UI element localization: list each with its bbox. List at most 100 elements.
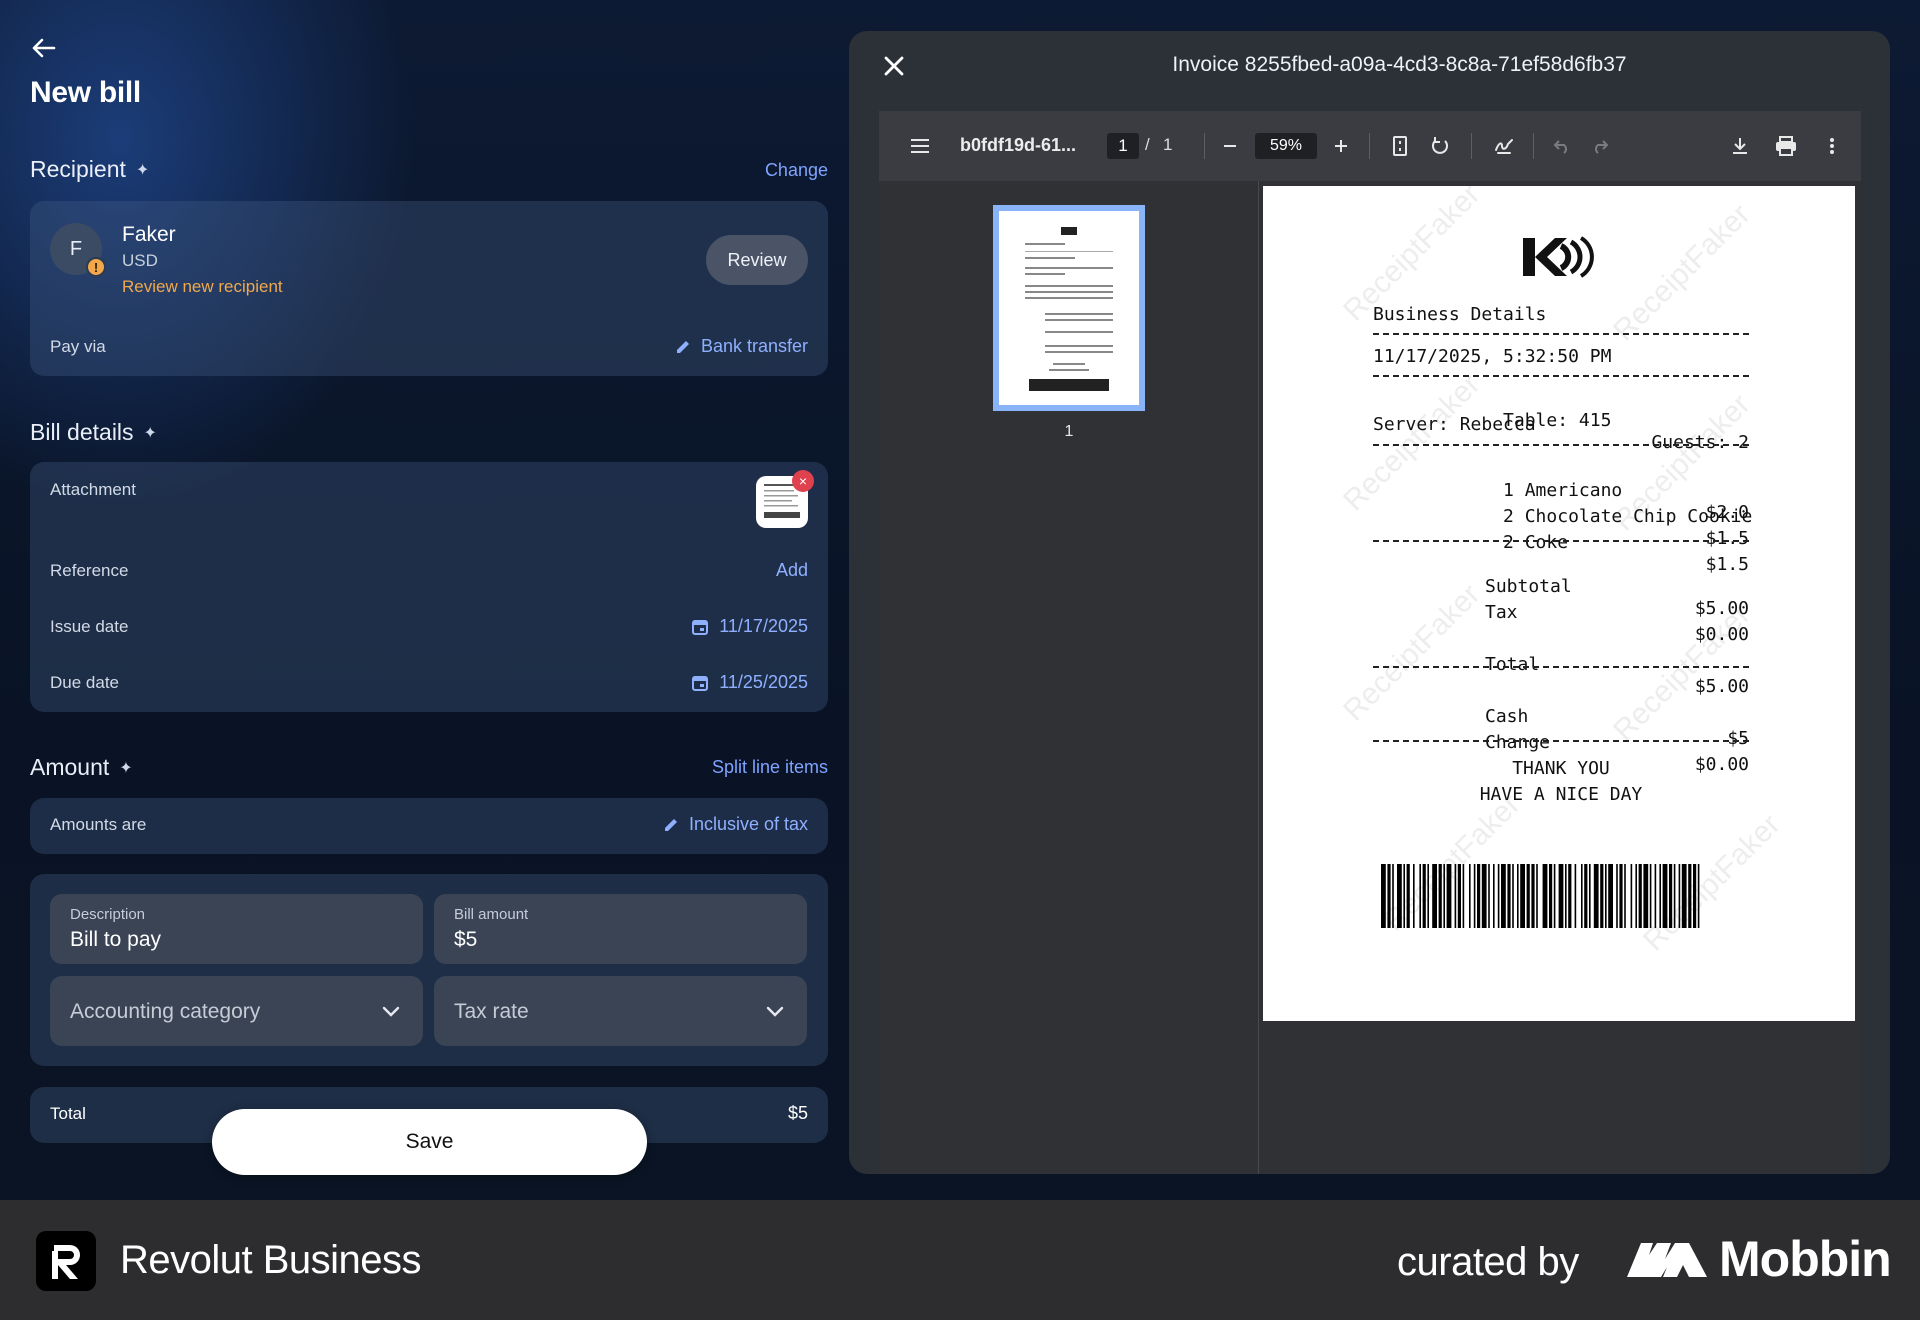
- barcode-bar: [1608, 864, 1613, 928]
- page-thumbnail[interactable]: [993, 205, 1145, 411]
- zoom-in-icon[interactable]: [1326, 131, 1356, 161]
- review-note: Review new recipient: [122, 277, 283, 296]
- barcode-bar: [1673, 864, 1676, 928]
- zoom-level[interactable]: 59%: [1255, 133, 1317, 159]
- page-number-input[interactable]: 1: [1107, 133, 1139, 159]
- recipient-heading: Recipient ✦: [30, 156, 149, 183]
- barcode-bar: [1427, 864, 1429, 928]
- barcode-bar: [1549, 864, 1553, 928]
- recipient-heading-label: Recipient: [30, 156, 126, 182]
- more-options-icon[interactable]: [1817, 131, 1847, 161]
- receipt-thumbnail-icon: [1025, 227, 1113, 391]
- receipt-total-label: Total: [1485, 654, 1540, 675]
- mobbin-brand: Mobbin: [1627, 1230, 1892, 1288]
- bill-amount-value: $5: [454, 928, 478, 951]
- barcode-bar: [1654, 864, 1657, 928]
- accounting-category-select[interactable]: Accounting category: [50, 976, 423, 1046]
- bill-details-heading-label: Bill details: [30, 419, 134, 445]
- toolbar-divider: [1533, 133, 1534, 159]
- pay-via-value[interactable]: Bank transfer: [675, 336, 808, 357]
- receipt-barcode: [1381, 864, 1700, 928]
- back-arrow-icon[interactable]: [28, 34, 58, 62]
- reference-add-button[interactable]: Add: [776, 560, 808, 581]
- barcode-bar: [1512, 864, 1514, 928]
- redo-icon[interactable]: [1585, 131, 1615, 161]
- description-field[interactable]: Description Bill to pay: [50, 894, 423, 964]
- save-button[interactable]: Save: [212, 1109, 647, 1175]
- barcode-bar: [1553, 864, 1556, 928]
- viewer-title: Invoice 8255fbed-a09a-4cd3-8c8a-71ef58d6…: [1172, 53, 1627, 76]
- bill-amount-field[interactable]: Bill amount $5: [434, 894, 807, 964]
- avatar-initial: F: [69, 237, 83, 260]
- bill-details-heading: Bill details ✦: [30, 419, 157, 446]
- pdf-toolbar: b0fdf19d-61... 1 / 1 59%: [879, 111, 1861, 181]
- issue-date-value: 11/17/2025: [719, 616, 808, 636]
- toolbar-divider: [1471, 133, 1472, 159]
- bill-amount-label: Bill amount: [454, 906, 529, 923]
- calendar-icon: [692, 675, 709, 691]
- total-label: Total: [50, 1104, 86, 1123]
- curated-by-text: curated by: [1397, 1240, 1579, 1284]
- barcode-bar: [1558, 864, 1564, 928]
- barcode-bar: [1477, 864, 1481, 928]
- print-icon[interactable]: [1771, 131, 1801, 161]
- download-icon[interactable]: [1725, 131, 1755, 161]
- description-label: Description: [70, 906, 146, 923]
- pay-via-label: Pay via: [50, 337, 106, 356]
- barcode-bar: [1432, 864, 1437, 928]
- receipt-logo: [1523, 236, 1594, 278]
- reference-label: Reference: [50, 561, 129, 580]
- barcode-bar: [1403, 864, 1405, 928]
- barcode-bar: [1462, 864, 1465, 928]
- review-button[interactable]: Review: [706, 235, 808, 285]
- barcode-bar: [1520, 864, 1525, 928]
- barcode-bar: [1669, 864, 1673, 928]
- rotate-icon[interactable]: [1425, 131, 1455, 161]
- barcode-bar: [1593, 864, 1599, 928]
- amounts-are-label: Amounts are: [50, 815, 147, 834]
- sparkle-icon: ✦: [143, 424, 157, 442]
- barcode-bar: [1568, 864, 1572, 928]
- change-recipient-link[interactable]: Change: [765, 160, 828, 181]
- barcode-bar: [1616, 864, 1618, 928]
- menu-icon[interactable]: [905, 131, 935, 161]
- barcode-bar: [1413, 864, 1415, 928]
- barcode-bar: [1493, 864, 1495, 928]
- footer-bar: Revolut Business curated by Mobbin: [0, 1200, 1920, 1320]
- due-date-picker[interactable]: 11/25/2025: [691, 672, 808, 693]
- barcode-bar: [1497, 864, 1500, 928]
- attachment-thumbnail[interactable]: ×: [756, 470, 814, 528]
- app-window: New bill Recipient ✦ Change F ! Faker US…: [0, 0, 1920, 1200]
- amount-heading: Amount ✦: [30, 754, 133, 781]
- receipt-thanks: THANK YOU: [1512, 758, 1610, 779]
- barcode-bar: [1488, 864, 1490, 928]
- undo-icon[interactable]: [1547, 131, 1577, 161]
- line-item-card: Description Bill to pay Bill amount $5 A…: [30, 874, 828, 1066]
- page-title: New bill: [30, 76, 141, 109]
- chevron-down-icon: [766, 1006, 784, 1017]
- barcode-bar: [1473, 864, 1476, 928]
- barcode-bar: [1638, 864, 1642, 928]
- tax-rate-select[interactable]: Tax rate: [434, 976, 807, 1046]
- barcode-bar: [1457, 864, 1461, 928]
- barcode-bar: [1589, 864, 1591, 928]
- receipt-divider: [1373, 666, 1749, 668]
- issue-date-picker[interactable]: 11/17/2025: [691, 616, 808, 637]
- attachment-label: Attachment: [50, 480, 136, 499]
- warning-icon: !: [86, 257, 106, 277]
- barcode-bar: [1397, 864, 1402, 928]
- barcode-bar: [1574, 864, 1577, 928]
- barcode-bar: [1517, 864, 1519, 928]
- barcode-bar: [1688, 864, 1692, 928]
- amounts-are-value[interactable]: Inclusive of tax: [663, 814, 808, 835]
- thumbnail-page-number: 1: [1064, 423, 1074, 440]
- zoom-out-icon[interactable]: [1215, 131, 1245, 161]
- annotate-icon[interactable]: [1489, 131, 1519, 161]
- thumbnail-sidebar: 1: [879, 181, 1259, 1174]
- fit-page-icon[interactable]: [1385, 131, 1415, 161]
- remove-attachment-icon[interactable]: ×: [792, 470, 814, 492]
- receipt-change-label: Change: [1485, 732, 1551, 753]
- tax-rate-placeholder: Tax rate: [454, 1000, 529, 1023]
- split-line-items-link[interactable]: Split line items: [712, 757, 828, 778]
- receipt-divider: [1373, 333, 1749, 335]
